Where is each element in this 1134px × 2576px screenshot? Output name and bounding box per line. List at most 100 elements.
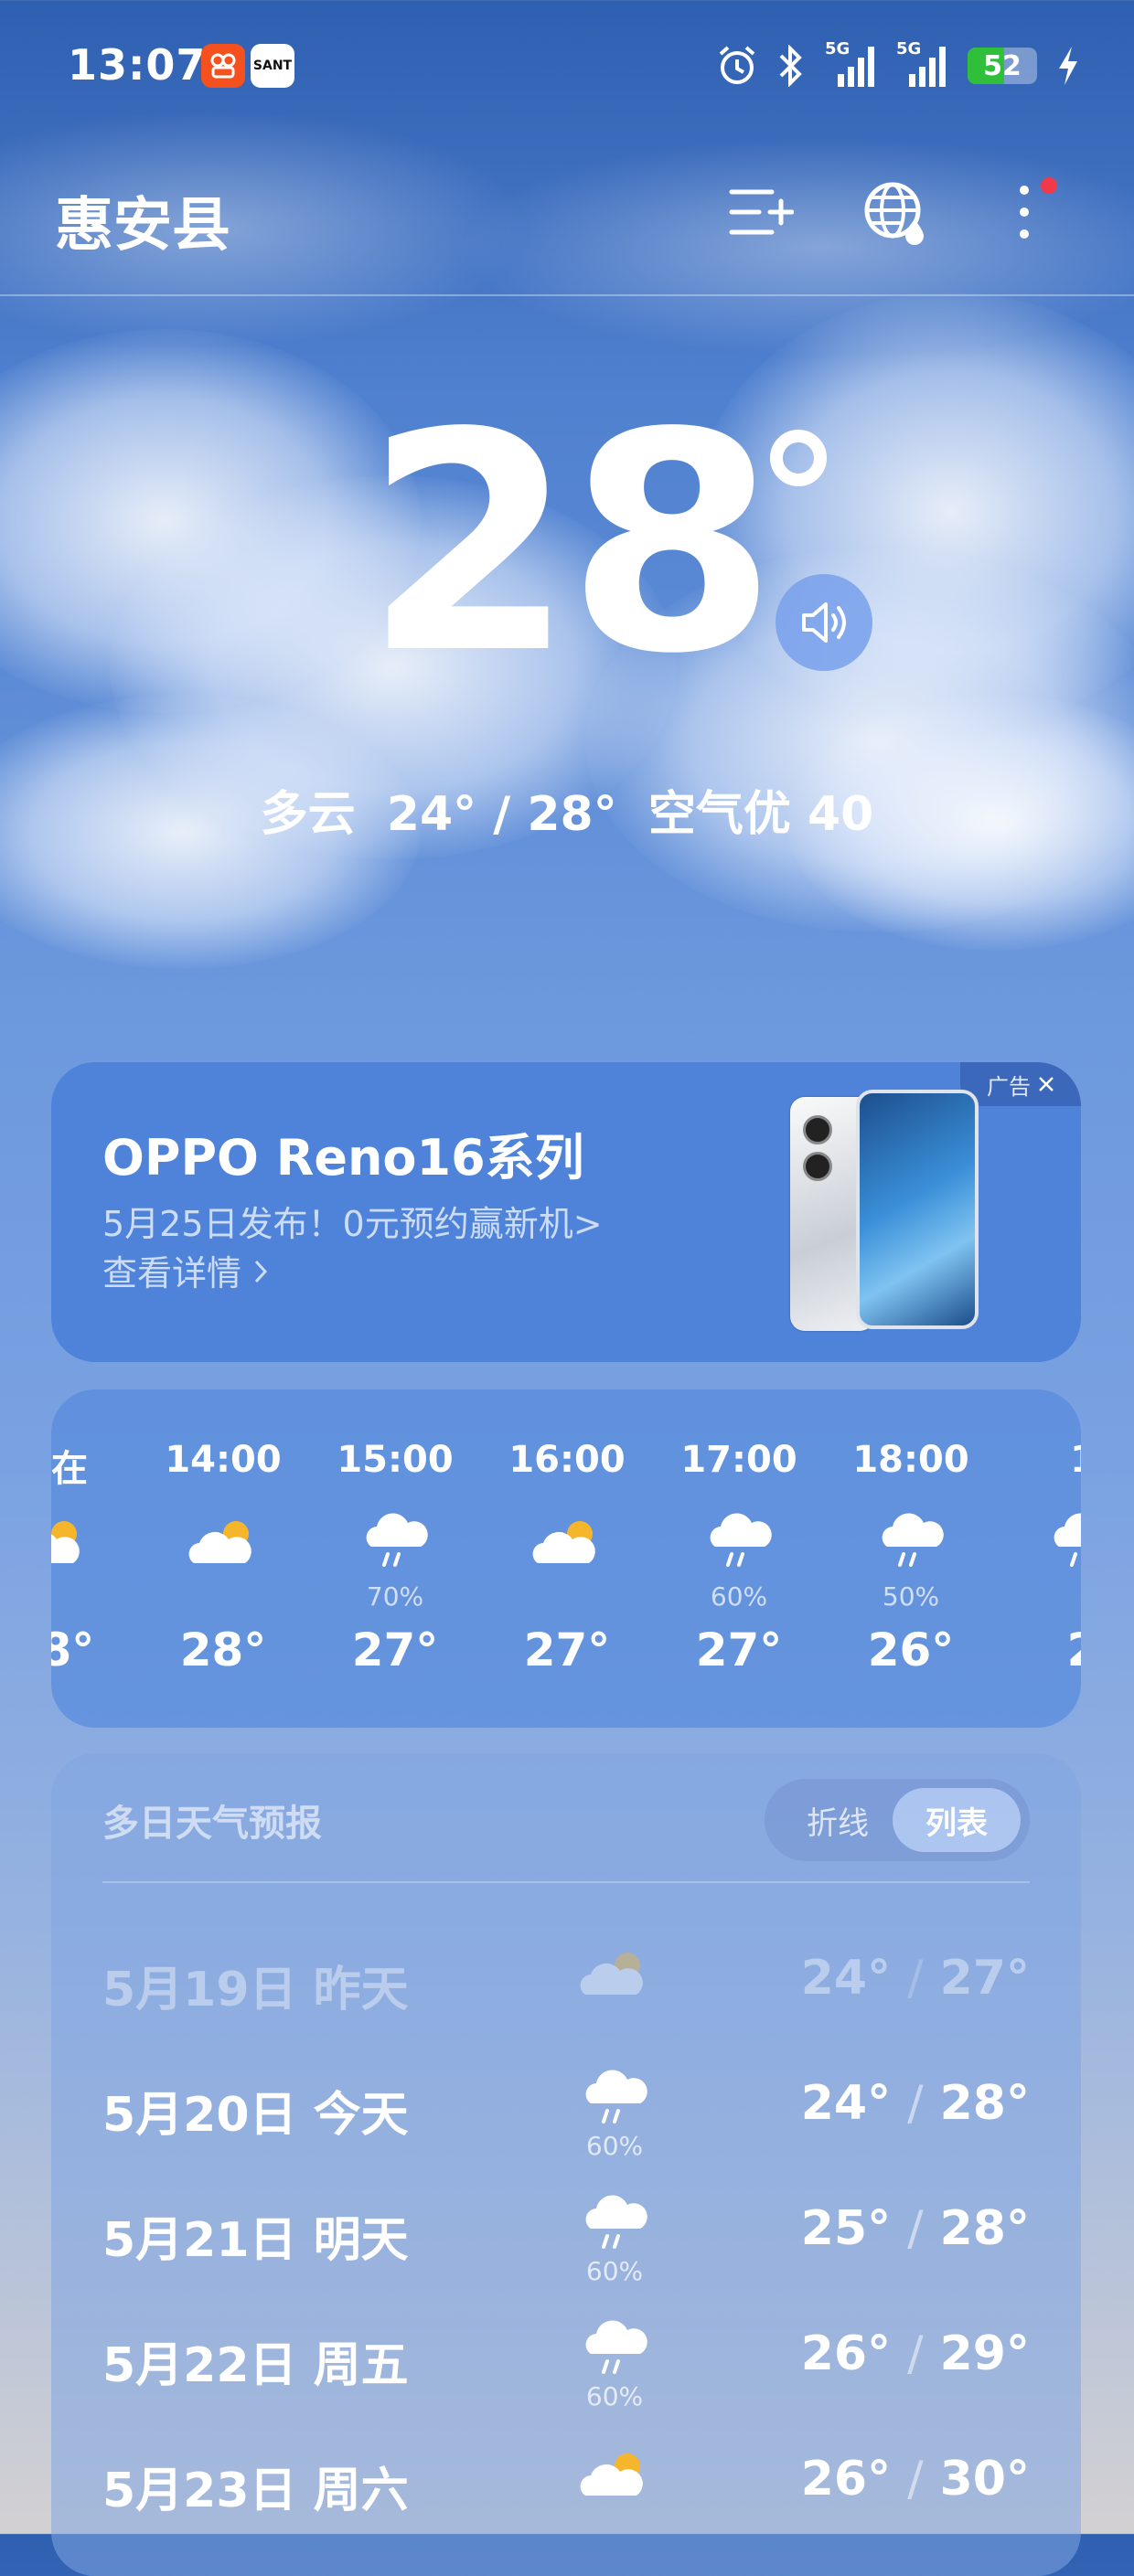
rain-icon — [576, 2317, 653, 2383]
hourly-item: 17:00 60% 27° — [653, 1389, 825, 1728]
signal-icon: 5G — [825, 39, 876, 89]
day-date: 5月21日 — [102, 2213, 297, 2268]
toggle-list-view[interactable]: 列表 — [893, 1788, 1021, 1852]
day-precip: 60% — [585, 2131, 644, 2161]
partly-cloudy-icon — [529, 1510, 605, 1576]
daily-row[interactable]: 5月21日 明天 60% 25° / 28° — [51, 2168, 1081, 2293]
charging-icon — [1059, 47, 1077, 85]
degree-symbol — [770, 430, 827, 486]
header-divider — [0, 294, 1134, 296]
hour-time: 17:00 — [680, 1439, 797, 1481]
more-options-button[interactable] — [993, 176, 1066, 249]
hour-precip: 70% — [366, 1581, 424, 1612]
alarm-icon — [719, 46, 755, 84]
day-temp-range: 26° / 29° — [801, 2326, 1030, 2381]
day-temp-range: 26° / 30° — [801, 2452, 1030, 2507]
condition-text: 多云 — [260, 787, 356, 842]
hour-temp: 28° — [51, 1623, 95, 1677]
day-name: 周六 — [313, 2464, 409, 2518]
day-label: 5月19日 昨天 — [102, 1951, 409, 2019]
hour-time: 现在 — [51, 1448, 88, 1490]
day-low: 26° — [800, 2452, 892, 2507]
world-weather-button[interactable] — [860, 176, 933, 249]
add-city-icon — [729, 189, 794, 235]
speaker-icon — [802, 602, 846, 643]
status-bar: 13:07 SANT 5G 5G 52 — [0, 0, 1134, 137]
status-time: 13:07 — [68, 40, 207, 90]
rain-icon — [701, 1510, 777, 1576]
rain-icon — [576, 2067, 653, 2133]
app-badge-label: SANT — [252, 59, 293, 73]
rain-icon — [872, 1510, 949, 1576]
range-separator: / — [907, 2076, 924, 2131]
day-name: 周五 — [313, 2338, 409, 2393]
daily-row[interactable]: 5月22日 周五 60% 26° / 29° — [51, 2294, 1081, 2418]
hourly-forecast[interactable]: 现在 28° 14:00 28° 15:00 70% 27° 16:00 27° 17:00 60%… — [51, 1389, 1081, 1728]
view-toggle[interactable]: 折线 列表 — [765, 1779, 1030, 1861]
day-high: 28° — [939, 2201, 1030, 2256]
ad-title: OPPO Reno16系列 — [102, 1129, 584, 1187]
globe-icon — [864, 182, 924, 245]
hourly-item: 15:00 70% 27° — [309, 1389, 481, 1728]
day-name: 今天 — [313, 2088, 409, 2143]
add-city-button[interactable] — [724, 176, 797, 249]
day-precip: 60% — [585, 2381, 644, 2411]
day-name: 明天 — [313, 2213, 409, 2268]
hour-time: 16:00 — [508, 1439, 626, 1481]
day-label: 5月23日 周六 — [102, 2452, 409, 2520]
day-label: 5月22日 周五 — [102, 2326, 409, 2395]
range-separator: / — [907, 2326, 924, 2381]
hourly-item: 现在 28° — [51, 1389, 137, 1728]
battery-icon: 52 — [968, 48, 1037, 84]
daily-divider — [102, 1881, 1030, 1883]
close-icon — [1039, 1077, 1054, 1091]
hour-temp: 27° — [695, 1623, 783, 1677]
hourly-item: 18:00 50% 26° — [825, 1389, 997, 1728]
daily-row[interactable]: 5月23日 周六 26° / 30° — [51, 2419, 1081, 2543]
day-label: 5月20日 今天 — [102, 2076, 409, 2145]
app-notification-icon — [201, 44, 245, 88]
day-date: 5月22日 — [102, 2338, 297, 2393]
hourly-item: 12 — [997, 1389, 1081, 1728]
bluetooth-icon — [779, 45, 802, 87]
ad-card[interactable]: 广告 OPPO Reno16系列 5月25日发布！0元预约赢新机> 查看详情 — [51, 1062, 1081, 1362]
battery-label: 52 — [983, 49, 1022, 82]
rain-icon — [357, 1510, 433, 1576]
range-separator: / — [907, 2201, 924, 2256]
daily-row[interactable]: 5月20日 今天 60% 24° / 28° — [51, 2043, 1081, 2167]
daily-row[interactable]: 5月19日 昨天 24° / 27° — [51, 1918, 1081, 2042]
day-low: 24° — [800, 2076, 892, 2131]
hourly-item: 14:00 28° — [137, 1389, 309, 1728]
app-notification-icon: SANT — [251, 44, 294, 88]
voice-broadcast-button[interactable] — [776, 574, 872, 671]
hour-time: 18:00 — [852, 1439, 969, 1481]
ad-details-link[interactable]: 查看详情 — [102, 1245, 269, 1295]
daily-forecast-title: 多日天气预报 — [102, 1803, 322, 1845]
daily-forecast: 多日天气预报 折线 列表 5月19日 昨天 24° / 27° 5月20日 今天 60% 2… — [51, 1753, 1081, 2576]
day-name: 昨天 — [313, 1963, 409, 2017]
partly-cloudy-icon — [185, 1510, 262, 1576]
rain-icon — [576, 2192, 653, 2258]
air-quality[interactable]: 空气优 40 — [648, 787, 873, 842]
ad-close-button[interactable]: 广告 — [960, 1062, 1081, 1106]
signal-icon: 5G — [896, 39, 947, 89]
day-high: 30° — [939, 2452, 1030, 2507]
hour-temp: 27° — [351, 1623, 439, 1677]
hour-precip: 50% — [882, 1581, 940, 1612]
city-name[interactable]: 惠安县 — [55, 178, 230, 262]
partly-cloudy-icon — [576, 1942, 653, 2007]
hour-temp: 2 — [997, 1623, 1081, 1677]
phone-image — [856, 1090, 979, 1329]
ad-tag-label: 广告 — [987, 1073, 1031, 1100]
day-high: 28° — [939, 2076, 1030, 2131]
toggle-line-view[interactable]: 折线 — [779, 1788, 896, 1852]
ad-subtitle: 5月25日发布！0元预约赢新机> — [102, 1204, 603, 1244]
range-separator: / — [907, 2452, 924, 2507]
day-date: 5月19日 — [102, 1963, 297, 2017]
day-temp-range: 24° / 27° — [801, 1951, 1030, 2006]
hour-time: 15:00 — [337, 1439, 454, 1481]
day-low: 25° — [800, 2201, 892, 2256]
partly-cloudy-icon — [576, 2443, 653, 2508]
hourly-item: 16:00 27° — [481, 1389, 653, 1728]
status-icons: 5G 5G 52 — [717, 39, 1079, 90]
